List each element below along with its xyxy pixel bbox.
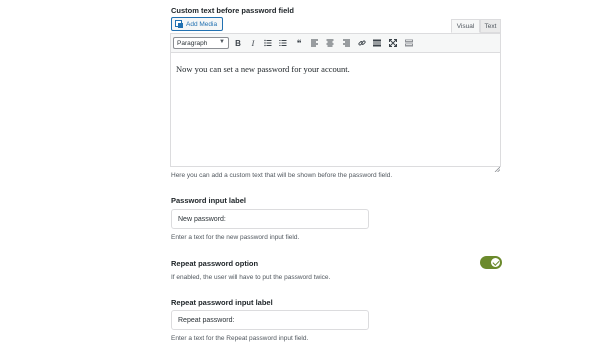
bold-icon[interactable]: B — [232, 37, 244, 49]
media-icon — [175, 20, 183, 28]
align-right-icon[interactable] — [340, 37, 352, 49]
chevron-down-icon: ▼ — [219, 39, 225, 45]
tab-text[interactable]: Text — [480, 19, 501, 33]
align-left-icon[interactable] — [309, 37, 321, 49]
format-select[interactable]: Paragraph ▼ — [173, 37, 229, 49]
toolbar-toggle-icon[interactable] — [403, 37, 415, 49]
repeat-label-help: Enter a text for the Repeat password inp… — [171, 335, 309, 342]
blockquote-icon[interactable]: ❝ — [293, 37, 305, 49]
check-icon — [491, 258, 500, 267]
repeat-option-heading: Repeat password option — [171, 259, 259, 268]
italic-icon[interactable]: I — [247, 37, 259, 49]
add-media-label: Add Media — [186, 20, 218, 28]
align-center-icon[interactable] — [324, 37, 336, 49]
format-select-value: Paragraph — [177, 39, 208, 47]
custom-text-label: Custom text before password field — [171, 6, 294, 15]
password-label-help: Enter a text for the new password input … — [171, 234, 300, 241]
read-more-icon[interactable] — [371, 37, 383, 49]
repeat-label-heading: Repeat password input label — [171, 298, 273, 307]
tab-visual[interactable]: Visual — [451, 19, 480, 33]
password-label-heading: Password input label — [171, 196, 247, 205]
repeat-option-help: If enabled, the user will have to put th… — [171, 274, 331, 281]
editor-content: Now you can set a new password for your … — [176, 64, 350, 74]
fullscreen-icon[interactable] — [387, 37, 399, 49]
custom-text-help: Here you can add a custom text that will… — [171, 172, 393, 179]
numbered-list-icon[interactable] — [277, 37, 289, 49]
repeat-label-input[interactable]: Repeat password: — [171, 310, 369, 330]
repeat-option-toggle[interactable] — [480, 256, 502, 269]
resize-handle-icon[interactable] — [494, 159, 501, 173]
add-media-button[interactable]: Add Media — [171, 17, 223, 31]
link-icon[interactable] — [356, 37, 368, 49]
password-label-input[interactable]: New password: — [171, 209, 369, 229]
bulleted-list-icon[interactable] — [262, 37, 274, 49]
